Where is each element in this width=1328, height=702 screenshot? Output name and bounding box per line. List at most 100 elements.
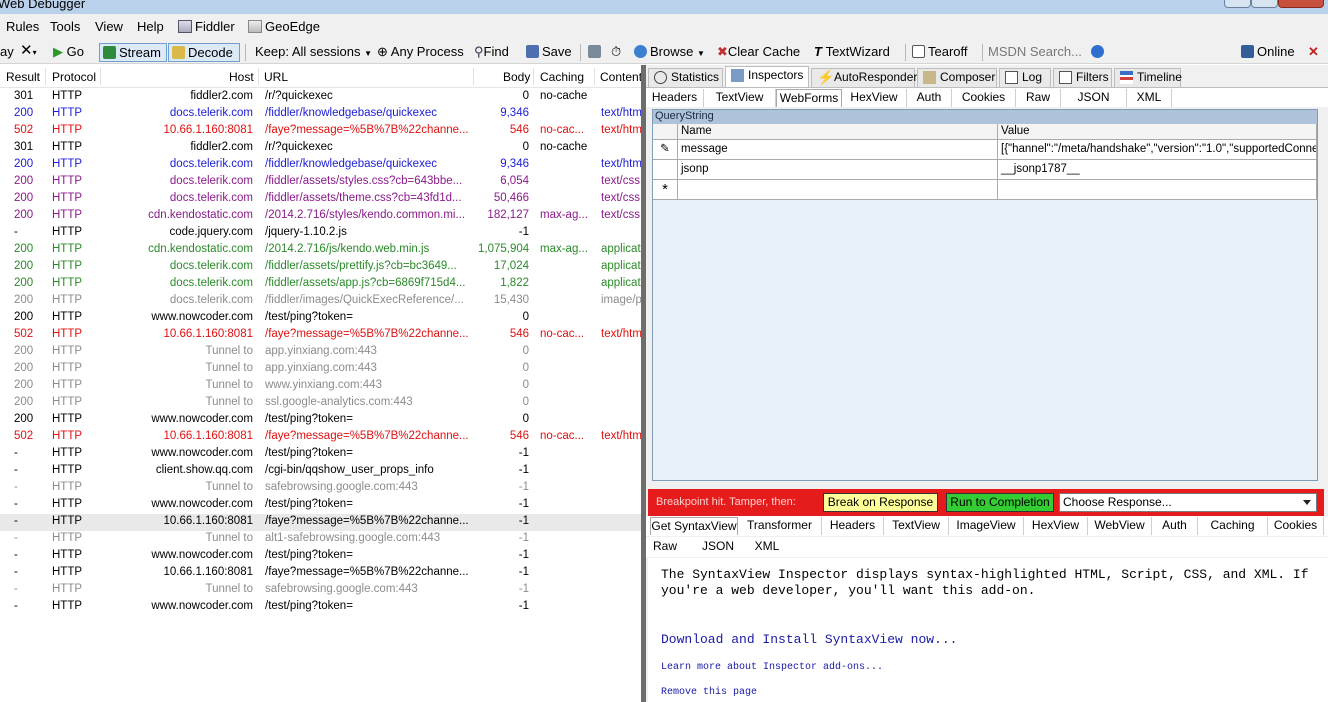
menu-help[interactable]: Help [137, 19, 164, 34]
column-divider[interactable] [45, 68, 46, 85]
find-button[interactable]: ⚲Find [474, 43, 509, 62]
req-tab-cookies[interactable]: Cookies [952, 89, 1016, 107]
resp-tab-headers[interactable]: Headers [822, 517, 884, 535]
menu-fiddler[interactable]: Fiddler [178, 19, 235, 34]
tab-statistics[interactable]: Statistics [648, 68, 723, 87]
session-row[interactable]: - HTTP code.jquery.com/jquery-1.10.2.js -1 [0, 225, 641, 242]
session-row[interactable]: 200 HTTP Tunnel to www.yinxiang.com:443 0 [0, 378, 641, 395]
resp-tab-syntaxview[interactable]: Get SyntaxView [650, 517, 738, 535]
col-protocol[interactable]: Protocol [52, 70, 96, 84]
menu-geoedge[interactable]: GeoEdge [248, 19, 320, 34]
menu-tools[interactable]: Tools [50, 19, 80, 34]
resp-tab-caching[interactable]: Caching [1198, 517, 1268, 535]
clear-cache-button[interactable]: ✖Clear Cache [717, 43, 800, 62]
qs-new-name-cell[interactable] [678, 180, 998, 200]
session-row[interactable]: 200 HTTP docs.telerik.com/fiddler/assets/s… [0, 174, 641, 191]
req-tab-raw[interactable]: Raw [1016, 89, 1061, 107]
replay-button[interactable]: ay [0, 43, 14, 62]
column-divider[interactable] [473, 68, 474, 85]
resp-tab-json[interactable]: JSON [698, 538, 738, 556]
session-row[interactable]: - HTTP Tunnel to safebrowsing.google.com:44… [0, 480, 641, 497]
qs-value-cell[interactable]: [{"hannel":"/meta/handshake","version":"… [998, 140, 1317, 160]
run-to-completion-button[interactable]: Run to Completion [946, 493, 1054, 512]
col-host[interactable]: Host [229, 70, 254, 84]
session-row[interactable]: - HTTP 10.66.1.160:8081/faye?message=%5B%7… [0, 514, 641, 531]
tab-inspectors[interactable]: Inspectors [725, 66, 809, 87]
menu-view[interactable]: View [95, 19, 123, 34]
grid-header-name[interactable]: Name [678, 124, 998, 140]
column-divider[interactable] [533, 68, 534, 85]
session-row[interactable]: 200 HTTP docs.telerik.com/fiddler/assets/p… [0, 259, 641, 276]
session-row[interactable]: 301 HTTP fiddler2.com/r/?quickexec 0 no-cach… [0, 89, 641, 106]
session-row[interactable]: - HTTP www.nowcoder.com/test/ping?token= -1 [0, 497, 641, 514]
session-row[interactable]: 200 HTTP docs.telerik.com/fiddler/knowledg… [0, 157, 641, 174]
session-row[interactable]: - HTTP www.nowcoder.com/test/ping?token= -1 [0, 599, 641, 616]
col-result[interactable]: Result [6, 70, 40, 84]
session-row[interactable]: 200 HTTP Tunnel to app.yinxiang.com:443 0 [0, 361, 641, 378]
menu-rules[interactable]: Rules [6, 19, 39, 34]
req-tab-headers[interactable]: Headers [646, 89, 704, 107]
learn-more-link[interactable]: Learn more about Inspector add-ons... [661, 662, 883, 673]
resp-tab-imageview[interactable]: ImageView [949, 517, 1024, 535]
session-row[interactable]: 200 HTTP docs.telerik.com/fiddler/images/Q… [0, 293, 641, 310]
session-row[interactable]: 200 HTTP Tunnel to app.yinxiang.com:443 0 [0, 344, 641, 361]
session-row[interactable]: - HTTP www.nowcoder.com/test/ping?token= -1 [0, 548, 641, 565]
req-tab-webforms[interactable]: WebForms [776, 89, 842, 107]
resp-tab-raw[interactable]: Raw [648, 538, 682, 556]
column-divider[interactable] [258, 68, 259, 85]
save-button[interactable]: Save [526, 43, 572, 62]
msdn-search-input[interactable]: MSDN Search... [988, 43, 1084, 62]
tab-composer[interactable]: Composer [917, 68, 997, 87]
session-row[interactable]: - HTTP Tunnel to alt1-safebrowsing.google.c… [0, 531, 641, 548]
download-syntaxview-link[interactable]: Download and Install SyntaxView now... [661, 632, 957, 647]
minimize-button[interactable] [1224, 0, 1251, 8]
session-row[interactable]: - HTTP Tunnel to safebrowsing.google.com:44… [0, 582, 641, 599]
session-row[interactable]: 200 HTTP Tunnel to ssl.google-analytics.com… [0, 395, 641, 412]
sessions-list[interactable]: Result Protocol Host URL Body Caching Co… [0, 65, 641, 702]
session-row[interactable]: - HTTP www.nowcoder.com/test/ping?token= -1 [0, 446, 641, 463]
tab-autoresponder[interactable]: ⚡ AutoResponder [811, 68, 917, 87]
timer-button[interactable]: ⏱ [611, 43, 621, 62]
browse-button[interactable]: Browse ▼ [634, 43, 705, 62]
qs-name-cell[interactable]: jsonp [678, 160, 998, 180]
keep-sessions-dropdown[interactable]: Keep: All sessions ▼ [255, 43, 372, 62]
qs-value-cell[interactable]: __jsonp1787__ [998, 160, 1317, 180]
choose-response-select[interactable]: Choose Response... [1059, 493, 1317, 512]
online-indicator[interactable]: Online [1241, 43, 1295, 62]
resp-tab-xml[interactable]: XML [746, 538, 788, 556]
col-url[interactable]: URL [264, 70, 288, 84]
close-window-button[interactable] [1278, 0, 1324, 8]
col-content[interactable]: Content [600, 70, 641, 84]
tab-filters[interactable]: Filters [1053, 68, 1112, 87]
screenshot-button[interactable] [588, 43, 604, 62]
break-on-response-button[interactable]: Break on Response [823, 493, 938, 512]
tearoff-button[interactable]: Tearoff [912, 43, 968, 62]
textwizard-button[interactable]: T TextWizard [814, 43, 890, 62]
resp-tab-cookies[interactable]: Cookies [1268, 517, 1324, 535]
tab-timeline[interactable]: Timeline [1114, 68, 1182, 87]
session-row[interactable]: 301 HTTP fiddler2.com/r/?quickexec 0 no-cach… [0, 140, 641, 157]
stream-button[interactable]: Stream [99, 43, 167, 62]
req-tab-auth[interactable]: Auth [907, 89, 952, 107]
session-row[interactable]: 200 HTTP www.nowcoder.com/test/ping?token=… [0, 310, 641, 327]
session-row[interactable]: 200 HTTP cdn.kendostatic.com/2014.2.716/st… [0, 208, 641, 225]
qs-name-cell[interactable]: message [678, 140, 998, 160]
go-button[interactable]: ▶ Go [53, 43, 84, 62]
col-body[interactable]: Body [503, 70, 530, 84]
session-row[interactable]: 200 HTTP docs.telerik.com/fiddler/knowledg… [0, 106, 641, 123]
req-tab-xml[interactable]: XML [1127, 89, 1172, 107]
session-row[interactable]: - HTTP client.show.qq.com/cgi-bin/qqshow_u… [0, 463, 641, 480]
resp-tab-textview[interactable]: TextView [884, 517, 949, 535]
remove-page-link[interactable]: Remove this page [661, 687, 757, 698]
grid-header-value[interactable]: Value [998, 124, 1317, 140]
remove-icon[interactable]: ✕▾ [20, 43, 37, 62]
resp-tab-webview[interactable]: WebView [1088, 517, 1152, 535]
close-toolbar-icon[interactable]: ✕ [1308, 43, 1319, 62]
resp-tab-transformer[interactable]: Transformer [738, 517, 822, 535]
session-row[interactable]: 200 HTTP docs.telerik.com/fiddler/assets/a… [0, 276, 641, 293]
session-row[interactable]: 502 HTTP 10.66.1.160:8081/faye?message=%5B… [0, 327, 641, 344]
req-tab-json[interactable]: JSON [1061, 89, 1127, 107]
resp-tab-hexview[interactable]: HexView [1024, 517, 1088, 535]
session-row[interactable]: 200 HTTP cdn.kendostatic.com/2014.2.716/js… [0, 242, 641, 259]
decode-button[interactable]: Decode [168, 43, 240, 62]
